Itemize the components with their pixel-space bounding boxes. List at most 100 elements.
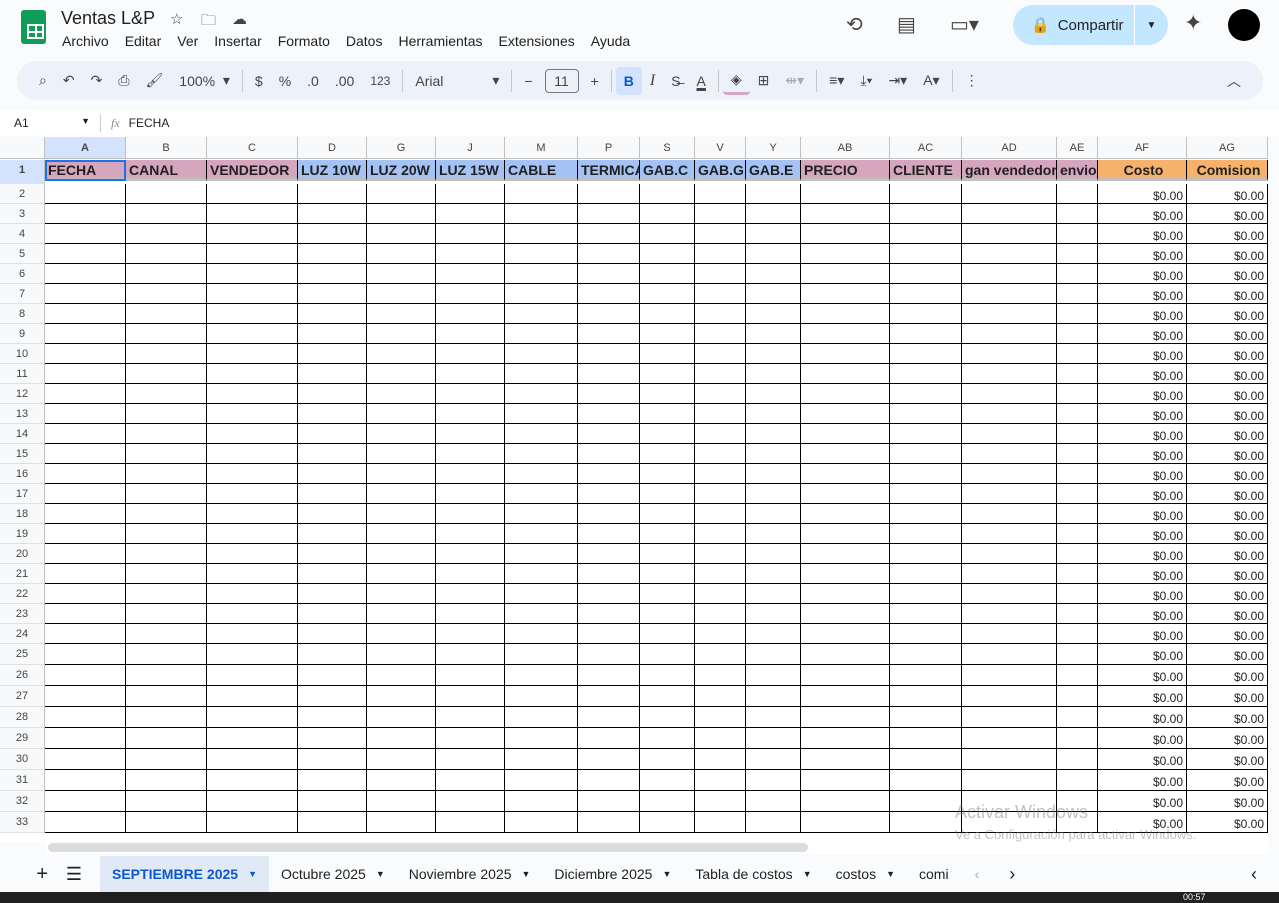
- cell-ae24[interactable]: [1057, 624, 1098, 644]
- cell-ab16[interactable]: [801, 464, 890, 484]
- column-header-ac[interactable]: AC: [890, 137, 962, 159]
- cell-ac2[interactable]: [890, 184, 962, 204]
- menu-extensiones[interactable]: Extensiones: [498, 33, 574, 49]
- cell-ac5[interactable]: [890, 244, 962, 264]
- cell-ag4[interactable]: $0.00: [1187, 224, 1268, 244]
- cell-y21[interactable]: [746, 564, 801, 584]
- cell-p33[interactable]: [578, 812, 640, 833]
- cell-c11[interactable]: [207, 364, 298, 384]
- cell-ad2[interactable]: [962, 184, 1057, 204]
- sheet-tab[interactable]: Diciembre 2025 ▼: [542, 856, 683, 892]
- cell-ac9[interactable]: [890, 324, 962, 344]
- cell-af29[interactable]: $0.00: [1098, 728, 1187, 749]
- sheet-tab-menu-icon[interactable]: ▼: [521, 869, 530, 879]
- cell-b19[interactable]: [126, 524, 207, 544]
- cell-s32[interactable]: [640, 791, 695, 812]
- row-header[interactable]: 31: [0, 770, 45, 791]
- cell-p7[interactable]: [578, 284, 640, 304]
- row-header[interactable]: 27: [0, 686, 45, 707]
- cell-y19[interactable]: [746, 524, 801, 544]
- cell-ac7[interactable]: [890, 284, 962, 304]
- cell-s21[interactable]: [640, 564, 695, 584]
- cell-m11[interactable]: [505, 364, 578, 384]
- scroll-tabs-left-icon[interactable]: ‹: [975, 866, 980, 882]
- cell-ab26[interactable]: [801, 665, 890, 686]
- cell-a5[interactable]: [45, 244, 126, 264]
- cell-ad16[interactable]: [962, 464, 1057, 484]
- cell-d14[interactable]: [298, 424, 367, 444]
- cell-j31[interactable]: [436, 770, 505, 791]
- cell-g19[interactable]: [367, 524, 436, 544]
- cell-af24[interactable]: $0.00: [1098, 624, 1187, 644]
- cell-v27[interactable]: [695, 686, 746, 707]
- cell-g25[interactable]: [367, 644, 436, 665]
- cell-ae22[interactable]: [1057, 584, 1098, 604]
- cell-ag18[interactable]: $0.00: [1187, 504, 1268, 524]
- header-cell-g[interactable]: LUZ 20W: [367, 160, 436, 181]
- cell-af19[interactable]: $0.00: [1098, 524, 1187, 544]
- column-header-a[interactable]: A: [45, 137, 126, 159]
- cell-ae13[interactable]: [1057, 404, 1098, 424]
- cell-ac21[interactable]: [890, 564, 962, 584]
- cell-j15[interactable]: [436, 444, 505, 464]
- row-header[interactable]: 22: [0, 584, 45, 604]
- cell-c14[interactable]: [207, 424, 298, 444]
- cell-m32[interactable]: [505, 791, 578, 812]
- column-header-s[interactable]: S: [640, 137, 695, 159]
- print-icon[interactable]: ⎙: [110, 67, 137, 95]
- sheet-tab[interactable]: costos ▼: [824, 856, 907, 892]
- cell-ad31[interactable]: [962, 770, 1057, 791]
- cell-y28[interactable]: [746, 707, 801, 728]
- sheet-tab[interactable]: comi: [907, 856, 961, 892]
- cell-y8[interactable]: [746, 304, 801, 324]
- cell-y15[interactable]: [746, 444, 801, 464]
- cell-p4[interactable]: [578, 224, 640, 244]
- cell-ac8[interactable]: [890, 304, 962, 324]
- sheet-tab-menu-icon[interactable]: ▼: [248, 869, 257, 879]
- cell-y33[interactable]: [746, 812, 801, 833]
- cell-ag25[interactable]: $0.00: [1187, 644, 1268, 665]
- fill-color-icon[interactable]: ◈: [722, 67, 750, 95]
- cell-ab11[interactable]: [801, 364, 890, 384]
- cell-a13[interactable]: [45, 404, 126, 424]
- cell-p20[interactable]: [578, 544, 640, 564]
- cell-af18[interactable]: $0.00: [1098, 504, 1187, 524]
- menu-ver[interactable]: Ver: [177, 33, 198, 49]
- cell-v10[interactable]: [695, 344, 746, 364]
- cell-p24[interactable]: [578, 624, 640, 644]
- cell-af17[interactable]: $0.00: [1098, 484, 1187, 504]
- cell-d25[interactable]: [298, 644, 367, 665]
- cell-v32[interactable]: [695, 791, 746, 812]
- cell-g18[interactable]: [367, 504, 436, 524]
- column-header-ab[interactable]: AB: [801, 137, 890, 159]
- cell-ag5[interactable]: $0.00: [1187, 244, 1268, 264]
- cell-s23[interactable]: [640, 604, 695, 624]
- cell-j4[interactable]: [436, 224, 505, 244]
- cell-c3[interactable]: [207, 204, 298, 224]
- cell-d13[interactable]: [298, 404, 367, 424]
- cell-ad19[interactable]: [962, 524, 1057, 544]
- cell-ag6[interactable]: $0.00: [1187, 264, 1268, 284]
- cell-v6[interactable]: [695, 264, 746, 284]
- cell-af6[interactable]: $0.00: [1098, 264, 1187, 284]
- cell-af2[interactable]: $0.00: [1098, 184, 1187, 204]
- cell-ac30[interactable]: [890, 749, 962, 770]
- cell-m30[interactable]: [505, 749, 578, 770]
- cell-ad18[interactable]: [962, 504, 1057, 524]
- cell-v29[interactable]: [695, 728, 746, 749]
- cell-ac4[interactable]: [890, 224, 962, 244]
- cell-ad13[interactable]: [962, 404, 1057, 424]
- cell-c24[interactable]: [207, 624, 298, 644]
- cell-b9[interactable]: [126, 324, 207, 344]
- cell-j27[interactable]: [436, 686, 505, 707]
- gemini-icon[interactable]: ✦: [1184, 10, 1202, 36]
- sheets-logo[interactable]: [21, 10, 46, 44]
- cell-ab22[interactable]: [801, 584, 890, 604]
- history-icon[interactable]: ⟲: [846, 12, 863, 37]
- row-header[interactable]: 5: [0, 244, 45, 264]
- column-header-b[interactable]: B: [126, 137, 207, 159]
- cell-a7[interactable]: [45, 284, 126, 304]
- cell-ad15[interactable]: [962, 444, 1057, 464]
- cell-d8[interactable]: [298, 304, 367, 324]
- menu-archivo[interactable]: Archivo: [62, 33, 109, 49]
